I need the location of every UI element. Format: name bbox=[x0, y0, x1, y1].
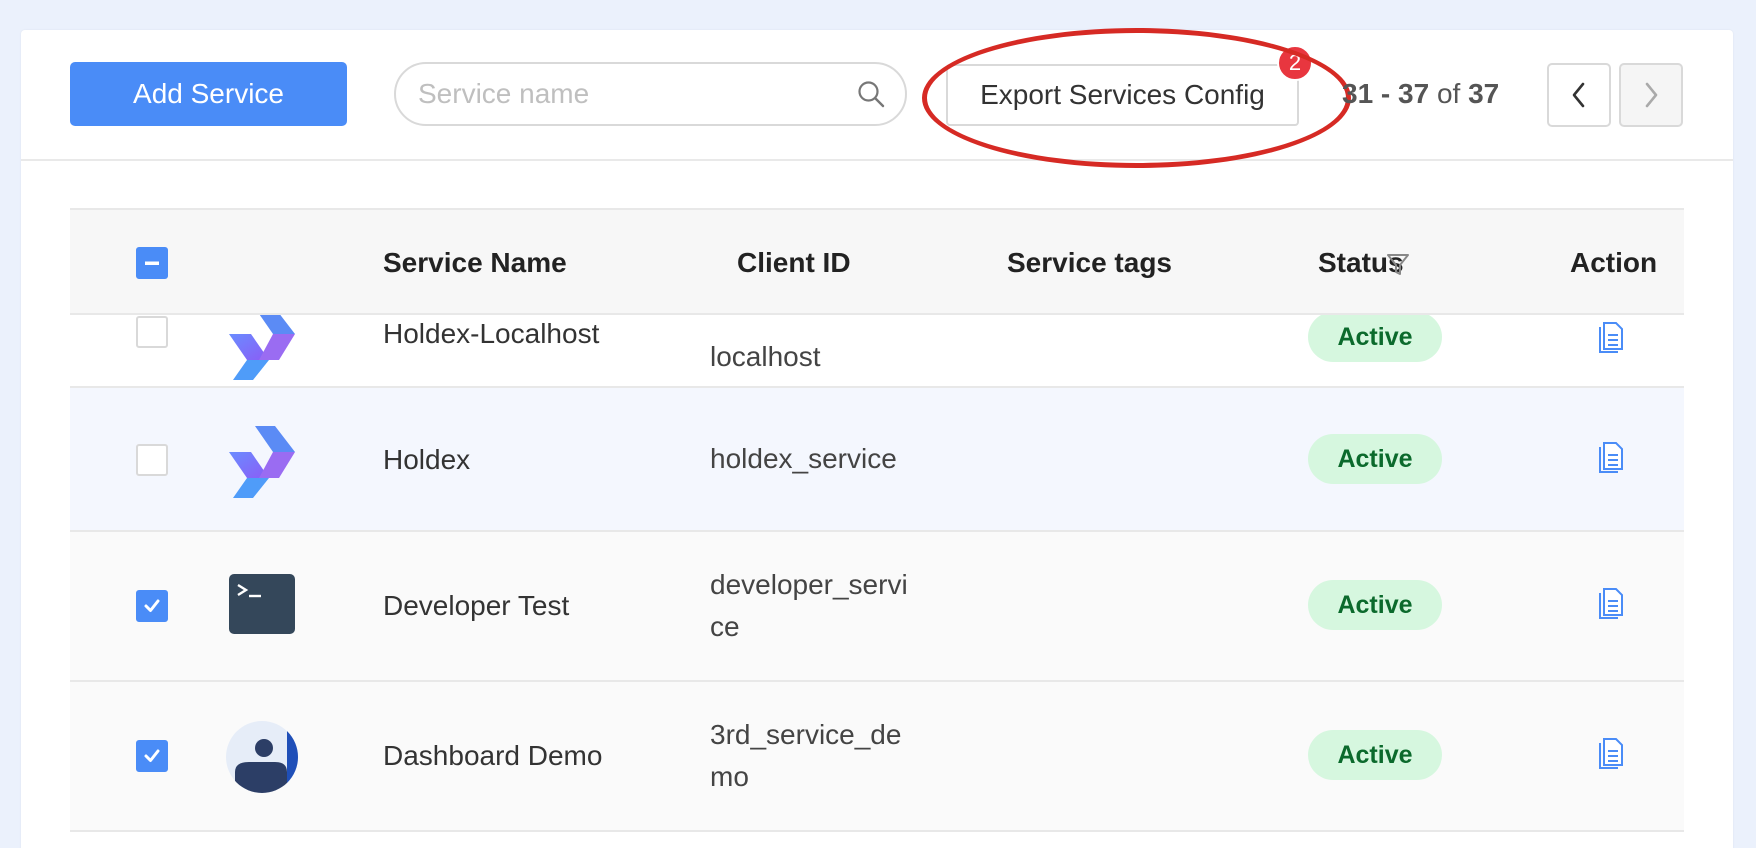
table-row[interactable]: Holdex holdex_service Active bbox=[70, 388, 1684, 532]
table-row[interactable]: Dashboard Demo 3rd_service_demo Active bbox=[70, 682, 1684, 832]
client-id: developer_service bbox=[710, 569, 908, 642]
toolbar: Add Service Export Services Config 2 31 … bbox=[21, 28, 1733, 168]
pagination-total: 37 bbox=[1468, 78, 1500, 109]
header-service-name: Service Name bbox=[383, 247, 567, 278]
pagination-summary: 31 - 37 of 37 bbox=[1342, 78, 1499, 114]
table-row[interactable]: Developer Test developer_service Active bbox=[70, 532, 1684, 682]
search-icon[interactable] bbox=[856, 79, 886, 109]
add-service-button[interactable]: Add Service bbox=[70, 62, 347, 126]
service-name: Holdex-Localhost bbox=[383, 318, 600, 349]
row-checkbox[interactable] bbox=[136, 740, 168, 772]
status-badge: Active bbox=[1308, 580, 1442, 630]
client-id: localhost bbox=[710, 341, 821, 372]
service-name: Developer Test bbox=[383, 590, 570, 621]
document-icon[interactable] bbox=[1598, 320, 1624, 354]
filter-icon[interactable] bbox=[1386, 252, 1410, 278]
previous-page-button[interactable] bbox=[1547, 63, 1611, 127]
avatar-logo bbox=[226, 721, 298, 793]
holdex-logo bbox=[229, 308, 295, 380]
pagination-range: 31 - 37 bbox=[1342, 78, 1430, 109]
row-checkbox[interactable] bbox=[136, 590, 168, 622]
header-client-id: Client ID bbox=[737, 247, 851, 278]
client-id: 3rd_service_demo bbox=[710, 719, 902, 792]
minus-icon bbox=[145, 261, 159, 265]
checkmark-icon bbox=[144, 599, 160, 612]
step-badge: 2 bbox=[1277, 45, 1313, 81]
service-name: Dashboard Demo bbox=[383, 740, 603, 771]
document-icon[interactable] bbox=[1598, 736, 1624, 770]
search-input[interactable] bbox=[418, 74, 838, 114]
document-icon[interactable] bbox=[1598, 586, 1624, 620]
services-table: Service Name Client ID Service tags Stat… bbox=[70, 208, 1684, 848]
chevron-left-icon bbox=[1572, 82, 1585, 108]
checkmark-icon bbox=[144, 749, 160, 762]
holdex-logo bbox=[229, 426, 295, 498]
row-checkbox[interactable] bbox=[136, 444, 168, 476]
pagination-of: of bbox=[1436, 78, 1461, 109]
status-badge: Active bbox=[1308, 312, 1442, 362]
terminal-logo bbox=[229, 574, 295, 634]
select-all-checkbox[interactable] bbox=[136, 247, 168, 279]
document-icon[interactable] bbox=[1598, 440, 1624, 474]
export-services-config-button[interactable]: Export Services Config bbox=[946, 64, 1299, 126]
status-badge: Active bbox=[1308, 434, 1442, 484]
services-card: Add Service Export Services Config 2 31 … bbox=[21, 28, 1733, 848]
service-name: Holdex bbox=[383, 444, 471, 475]
table-header: Service Name Client ID Service tags Stat… bbox=[70, 208, 1684, 315]
search-box bbox=[394, 62, 907, 126]
status-badge: Active bbox=[1308, 730, 1442, 780]
client-id: holdex_service bbox=[710, 443, 897, 474]
row-checkbox[interactable] bbox=[136, 316, 168, 348]
header-service-tags: Service tags bbox=[1007, 247, 1172, 278]
header-action: Action bbox=[1570, 247, 1658, 278]
chevron-right-icon bbox=[1645, 82, 1658, 108]
next-page-button[interactable] bbox=[1619, 63, 1683, 127]
